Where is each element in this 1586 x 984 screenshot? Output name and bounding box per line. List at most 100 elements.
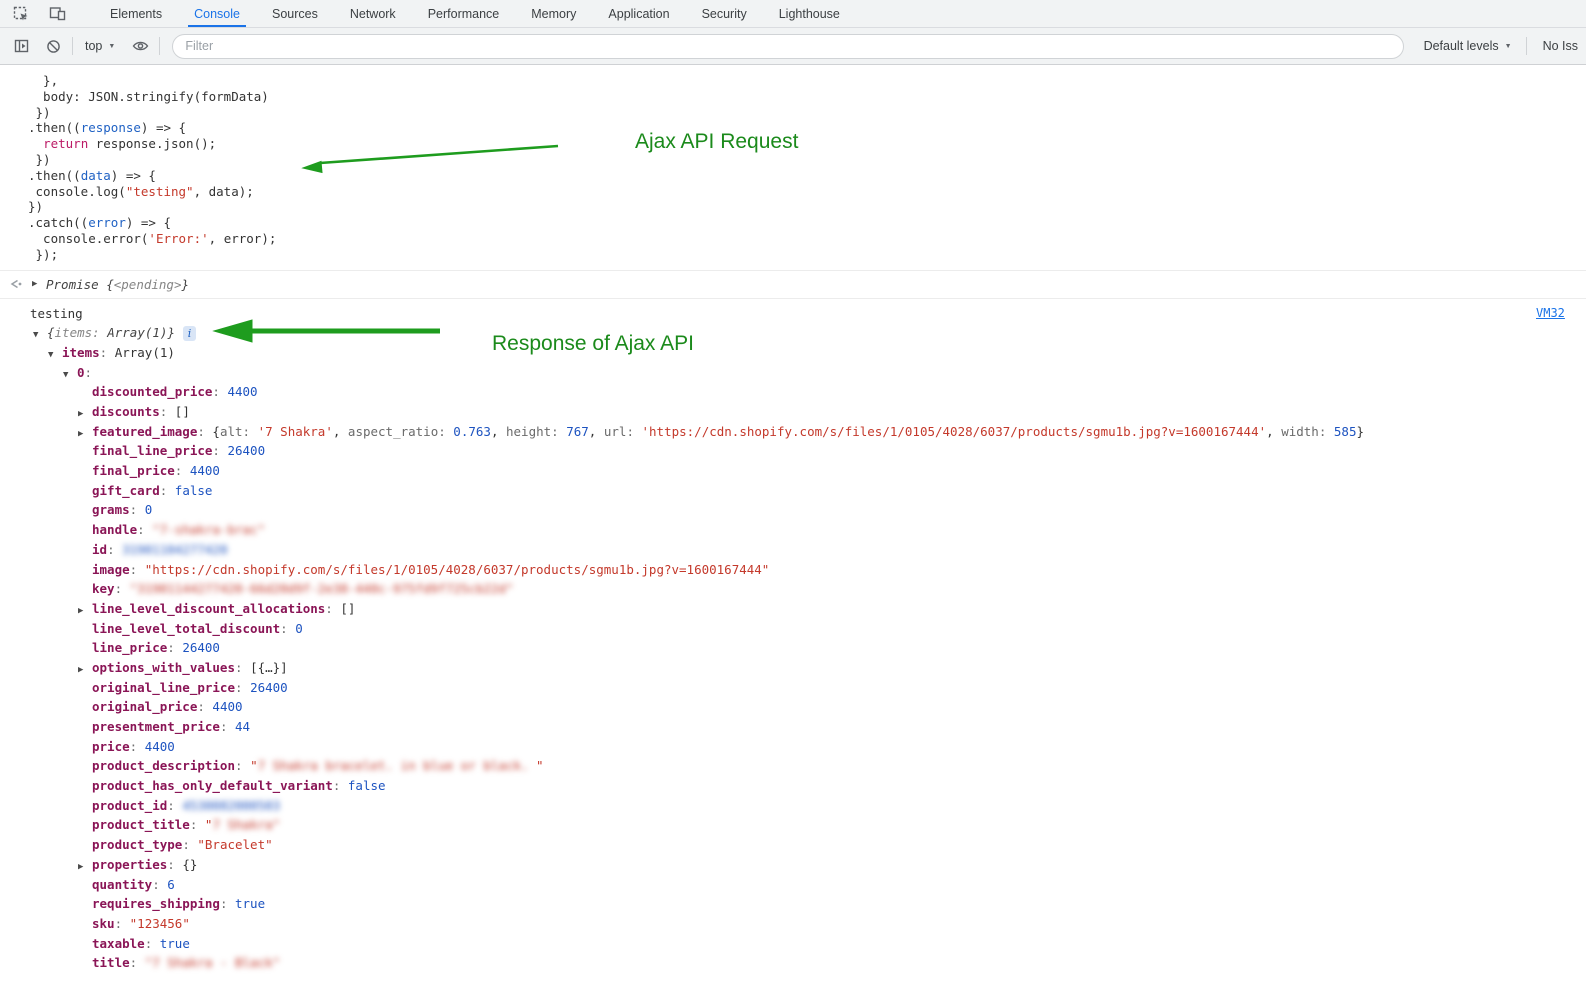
source-link[interactable]: VM32	[1536, 304, 1565, 324]
token: false	[348, 778, 386, 793]
token: product_title	[92, 817, 190, 832]
prop-options_with_values: ▶options_with_values: [{…}]	[0, 658, 1586, 678]
tab-lighthouse[interactable]: Lighthouse	[763, 0, 856, 27]
tab-security[interactable]: Security	[686, 0, 763, 27]
token: :	[212, 384, 227, 399]
token: items	[62, 345, 100, 360]
token: console.log(	[28, 184, 126, 199]
devtools-tabbar: ElementsConsoleSourcesNetworkPerformance…	[0, 0, 1586, 28]
token: :	[130, 502, 145, 517]
code-line: console.error('Error:', error);	[28, 231, 1586, 247]
filter-input[interactable]	[172, 34, 1403, 59]
token: handle	[92, 522, 137, 537]
token: grams	[92, 502, 130, 517]
tab-elements[interactable]: Elements	[94, 0, 178, 27]
token: :	[243, 424, 258, 439]
tab-sources[interactable]: Sources	[256, 0, 334, 27]
disclosure-triangle[interactable]: ▶	[32, 279, 46, 289]
eye-icon[interactable]	[127, 34, 153, 58]
code-line: console.log("testing", data);	[28, 184, 1586, 200]
token: :	[130, 955, 145, 970]
token: :	[167, 798, 182, 813]
token: :	[182, 837, 197, 852]
token: []	[175, 404, 190, 419]
prop-key-redacted: key: "31901144277420-66d20d9f-2e38-440c-…	[0, 579, 1586, 599]
prop-index-0: ▼0:	[0, 363, 1586, 383]
token: return	[43, 136, 88, 151]
token: :	[280, 621, 295, 636]
token: key	[92, 581, 115, 596]
token: }	[181, 277, 189, 292]
tab-memory[interactable]: Memory	[515, 0, 592, 27]
token: :	[333, 778, 348, 793]
prop-items: ▼items: Array(1)	[0, 343, 1586, 363]
device-toolbar-icon[interactable]	[44, 2, 70, 26]
token: ,	[491, 424, 506, 439]
token: :	[152, 877, 167, 892]
token: 44	[235, 719, 250, 734]
log-levels-dropdown[interactable]: Default levels ▼	[1416, 39, 1520, 53]
token: , data);	[194, 184, 254, 199]
token: "	[250, 758, 258, 773]
execution-context-select[interactable]: top ▼	[79, 39, 121, 53]
token: "https://cdn.shopify.com/s/files/1/0105/…	[145, 562, 770, 577]
token: :	[145, 936, 160, 951]
token: :	[220, 896, 235, 911]
token: response	[81, 120, 141, 135]
tab-network[interactable]: Network	[334, 0, 412, 27]
token: body: JSON.stringify(formData)	[28, 89, 269, 104]
token: :	[235, 680, 250, 695]
token: <pending>	[114, 277, 182, 292]
token: :	[130, 739, 145, 754]
token: Promise	[46, 277, 106, 292]
token: discounted_price	[92, 384, 212, 399]
inspect-element-icon[interactable]	[8, 2, 34, 26]
token: 4400	[212, 699, 242, 714]
token: 6	[167, 877, 175, 892]
token: final_price	[92, 463, 175, 478]
token: error	[88, 215, 126, 230]
issues-counter[interactable]: No Iss	[1533, 39, 1578, 53]
token: aspect_ratio	[348, 424, 438, 439]
token: :	[325, 601, 340, 616]
token: line_level_discount_allocations	[92, 601, 325, 616]
token: :	[115, 581, 130, 596]
console-sidebar-toggle-icon[interactable]	[8, 34, 34, 58]
token: Array(1)	[107, 325, 167, 340]
token: taxable	[92, 936, 145, 951]
token: }	[1356, 424, 1364, 439]
token: {	[106, 277, 114, 292]
token: price	[92, 739, 130, 754]
prop-gift_card: gift_card: false	[0, 481, 1586, 501]
devtools-tabs: ElementsConsoleSourcesNetworkPerformance…	[94, 0, 856, 27]
tab-console[interactable]: Console	[178, 0, 256, 27]
prop-discounts: ▶discounts: []	[0, 402, 1586, 422]
chevron-down-icon: ▼	[1505, 43, 1512, 50]
token: product_description	[92, 758, 235, 773]
token: alt	[220, 424, 243, 439]
clear-console-icon[interactable]	[40, 34, 66, 58]
context-label: top	[85, 39, 102, 53]
console-log-tree: testingVM32▼{items: Array(1)}i▼items: Ar…	[0, 299, 1586, 973]
token: 26400	[250, 680, 288, 695]
token: 0	[145, 502, 153, 517]
chevron-down-icon: ▼	[108, 43, 115, 50]
redacted-value: 7 Shakra"	[212, 817, 280, 832]
info-icon[interactable]: i	[183, 326, 196, 341]
token: :	[92, 325, 107, 340]
code-line: .then((data) => {	[28, 168, 1586, 184]
token: :	[175, 463, 190, 478]
tab-application[interactable]: Application	[592, 0, 685, 27]
redacted-value: "7-shakra-brac"	[152, 522, 265, 537]
annotation-ajax-request: Ajax API Request	[635, 130, 798, 154]
token: discounts	[92, 404, 160, 419]
token: id	[92, 542, 107, 557]
prop-product_title-redacted: product_title: "7 Shakra"	[0, 815, 1586, 835]
token: :	[220, 719, 235, 734]
tab-performance[interactable]: Performance	[412, 0, 516, 27]
token: :	[235, 758, 250, 773]
code-line: body: JSON.stringify(formData)	[28, 89, 1586, 105]
code-line: });	[28, 247, 1586, 263]
token: original_price	[92, 699, 197, 714]
evaluation-result-row: ▶ Promise {<pending>}	[0, 271, 1586, 299]
